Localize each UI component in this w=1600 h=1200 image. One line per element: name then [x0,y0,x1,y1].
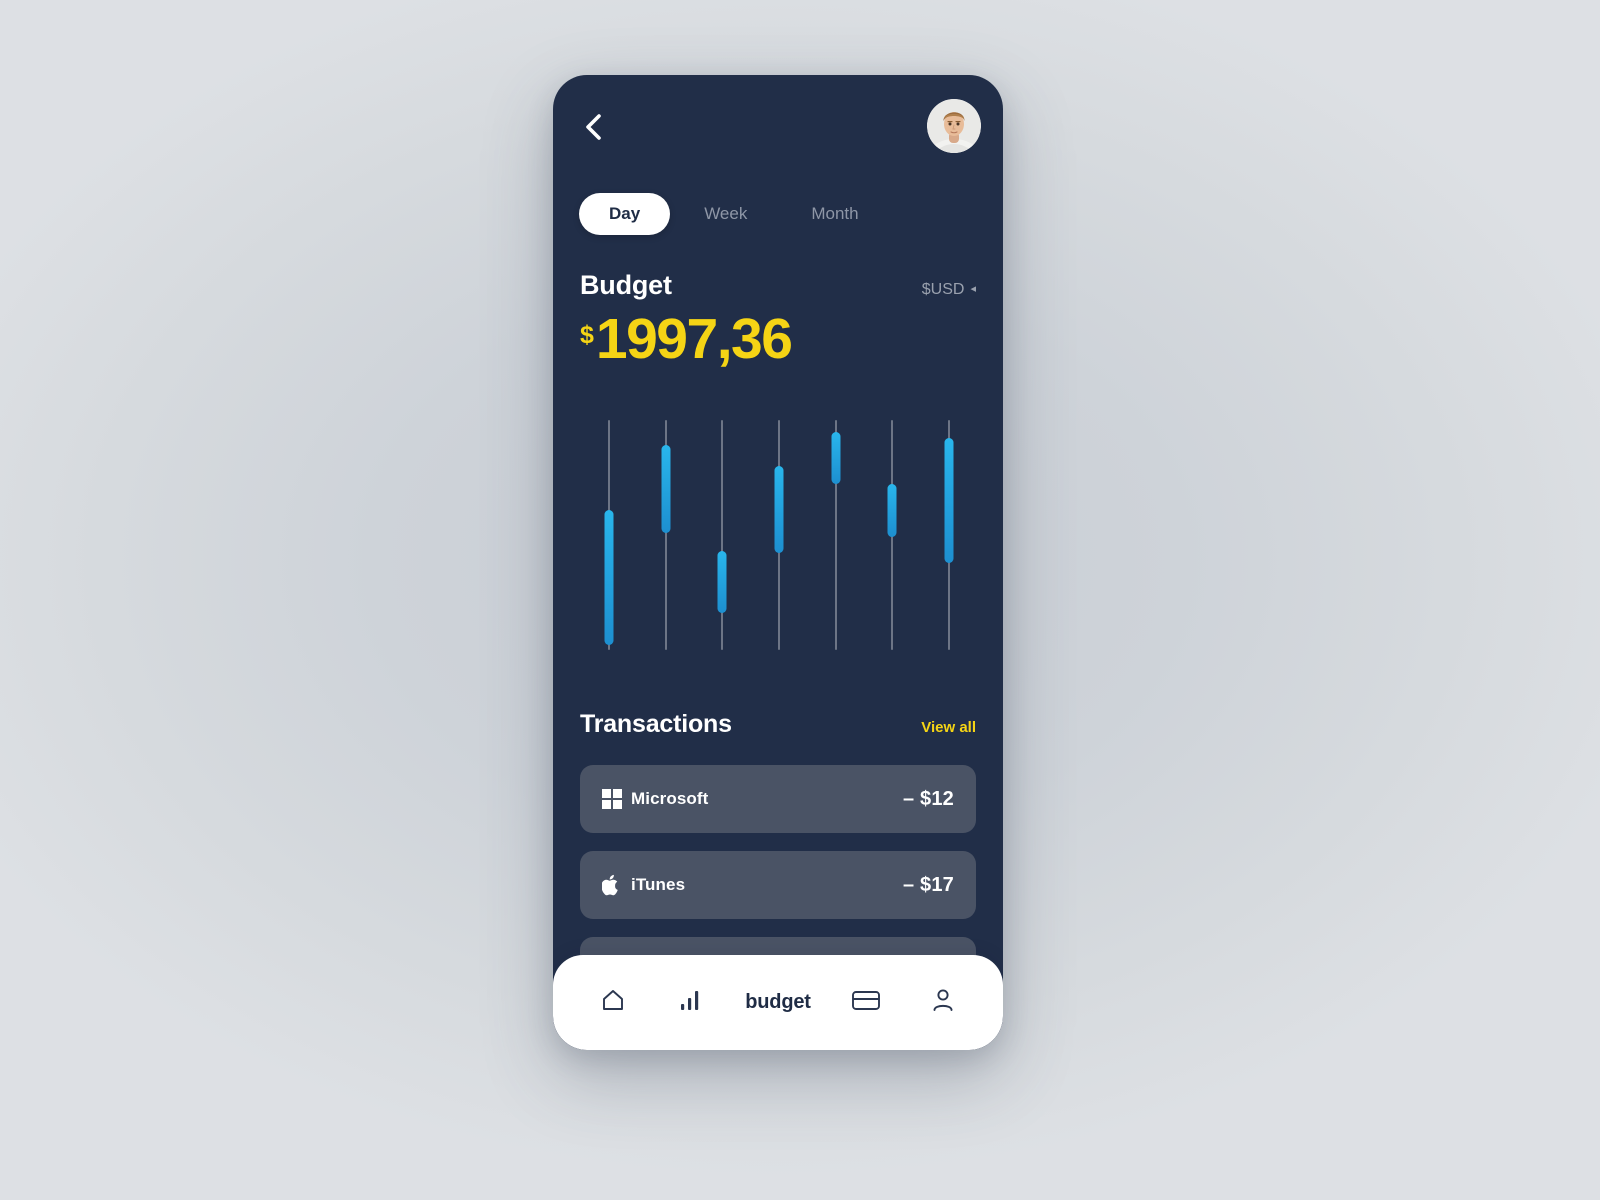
transaction-left: Microsoft [602,789,708,809]
transaction-row-itunes[interactable]: iTunes – $17 [580,851,976,919]
budget-range-chart[interactable] [580,420,976,650]
chart-range-bar[interactable] [887,484,897,538]
transactions-title: Transactions [580,710,732,738]
chart-range-bar[interactable] [661,445,671,533]
chevron-left-small-icon: ◂ [970,282,976,295]
phone-screen: Day Week Month Budget $USD ◂ $ 1997,36 T… [553,75,1003,1050]
transactions-header: Transactions View all [580,710,976,739]
chart-range-bar[interactable] [944,438,954,563]
home-icon [600,987,626,1018]
chart-range-bar[interactable] [774,466,784,554]
budget-header-row: Budget $USD ◂ [580,270,976,301]
avatar[interactable] [927,99,981,153]
nav-item-cards[interactable] [844,978,888,1028]
transaction-amount: – $12 [902,787,954,810]
nav-item-profile[interactable] [921,978,965,1028]
budget-amount: $ 1997,36 [580,307,793,371]
period-tabs: Day Week Month [579,193,889,235]
currency-label: $USD [921,281,965,298]
transaction-row-microsoft[interactable]: Microsoft – $12 [580,765,976,833]
person-icon [930,987,956,1018]
nav-item-budget[interactable]: budget [745,978,811,1028]
tab-week[interactable]: Week [674,193,777,235]
bottom-navigation: budget [553,955,1003,1050]
chart-track [721,420,724,650]
back-button[interactable] [575,108,613,146]
avatar-image [927,99,981,153]
currency-selector[interactable]: $USD ◂ [922,281,976,299]
tab-day[interactable]: Day [579,193,671,235]
chart-range-bar[interactable] [717,551,727,614]
chart-range-bar[interactable] [831,431,841,485]
app-header [553,75,1003,185]
transaction-amount: – $17 [902,873,954,896]
tab-month[interactable]: Month [781,193,888,235]
nav-item-label: budget [745,991,811,1013]
page-title: Budget [580,270,672,300]
transaction-left: iTunes [602,874,685,896]
apple-logo-icon [602,874,622,896]
microsoft-logo-icon [602,789,622,809]
amount-value: 1997,36 [595,307,793,371]
transaction-name: iTunes [631,875,686,894]
chart-range-bar[interactable] [604,509,614,646]
credit-card-icon [851,988,881,1017]
nav-item-stats[interactable] [668,978,712,1028]
bar-chart-icon [678,988,702,1017]
chevron-left-icon [584,112,604,142]
currency-symbol: $ [580,321,594,349]
transaction-name: Microsoft [631,789,709,808]
nav-item-home[interactable] [591,978,635,1028]
view-all-link[interactable]: View all [921,719,976,736]
